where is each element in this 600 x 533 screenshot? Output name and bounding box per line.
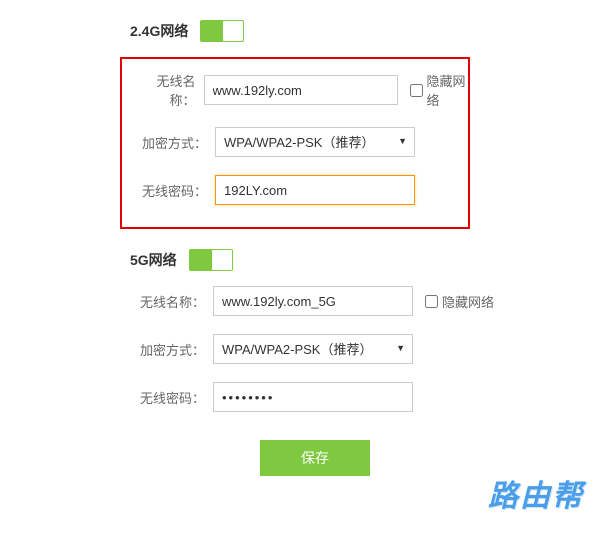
label-24g-password: 无线密码： — [132, 181, 207, 200]
label-5g-ssid: 无线名称： — [130, 292, 205, 311]
label-5g-hide: 隐藏网络 — [442, 292, 494, 311]
row-5g-password: 无线密码： — [0, 382, 600, 412]
toggle-5g-handle — [212, 250, 232, 270]
watermark: 路由帮 — [488, 471, 584, 515]
toggle-24g[interactable] — [200, 20, 244, 42]
row-24g-encrypt: 加密方式： WPA/WPA2-PSK（推荐） — [122, 127, 468, 157]
toggle-5g[interactable] — [189, 249, 233, 271]
section-24g-header: 2.4G网络 — [130, 20, 600, 42]
section-5g: 5G网络 无线名称： 隐藏网络 加密方式： WPA/WPA2-PSK（推荐） 无… — [0, 249, 600, 412]
row-5g-ssid: 无线名称： 隐藏网络 — [0, 286, 600, 316]
checkbox-group-24g-hide: 隐藏网络 — [410, 71, 468, 109]
label-5g-encrypt: 加密方式： — [130, 340, 205, 359]
select-24g-encrypt[interactable]: WPA/WPA2-PSK（推荐） — [215, 127, 415, 157]
select-wrap-5g-encrypt: WPA/WPA2-PSK（推荐） — [213, 334, 413, 364]
section-5g-title: 5G网络 — [130, 250, 177, 270]
section-24g-title: 2.4G网络 — [130, 21, 188, 41]
label-24g-ssid: 无线名称： — [132, 71, 196, 109]
section-5g-header: 5G网络 — [130, 249, 600, 271]
row-5g-encrypt: 加密方式： WPA/WPA2-PSK（推荐） — [0, 334, 600, 364]
checkbox-24g-hide[interactable] — [410, 84, 423, 97]
label-24g-encrypt: 加密方式： — [132, 133, 207, 152]
checkbox-5g-hide[interactable] — [425, 295, 438, 308]
toggle-24g-handle — [223, 21, 243, 41]
checkbox-group-5g-hide: 隐藏网络 — [425, 292, 494, 311]
label-5g-password: 无线密码： — [130, 388, 205, 407]
input-5g-password[interactable] — [213, 382, 413, 412]
input-24g-ssid[interactable] — [204, 75, 398, 105]
row-24g-ssid: 无线名称： 隐藏网络 — [122, 71, 468, 109]
highlight-box-24g: 无线名称： 隐藏网络 加密方式： WPA/WPA2-PSK（推荐） 无线密码： — [120, 57, 470, 229]
select-5g-encrypt[interactable]: WPA/WPA2-PSK（推荐） — [213, 334, 413, 364]
row-24g-password: 无线密码： — [122, 175, 468, 205]
input-5g-ssid[interactable] — [213, 286, 413, 316]
select-wrap-24g-encrypt: WPA/WPA2-PSK（推荐） — [215, 127, 415, 157]
save-button[interactable]: 保存 — [260, 440, 370, 476]
label-24g-hide: 隐藏网络 — [427, 71, 468, 109]
input-24g-password[interactable] — [215, 175, 415, 205]
